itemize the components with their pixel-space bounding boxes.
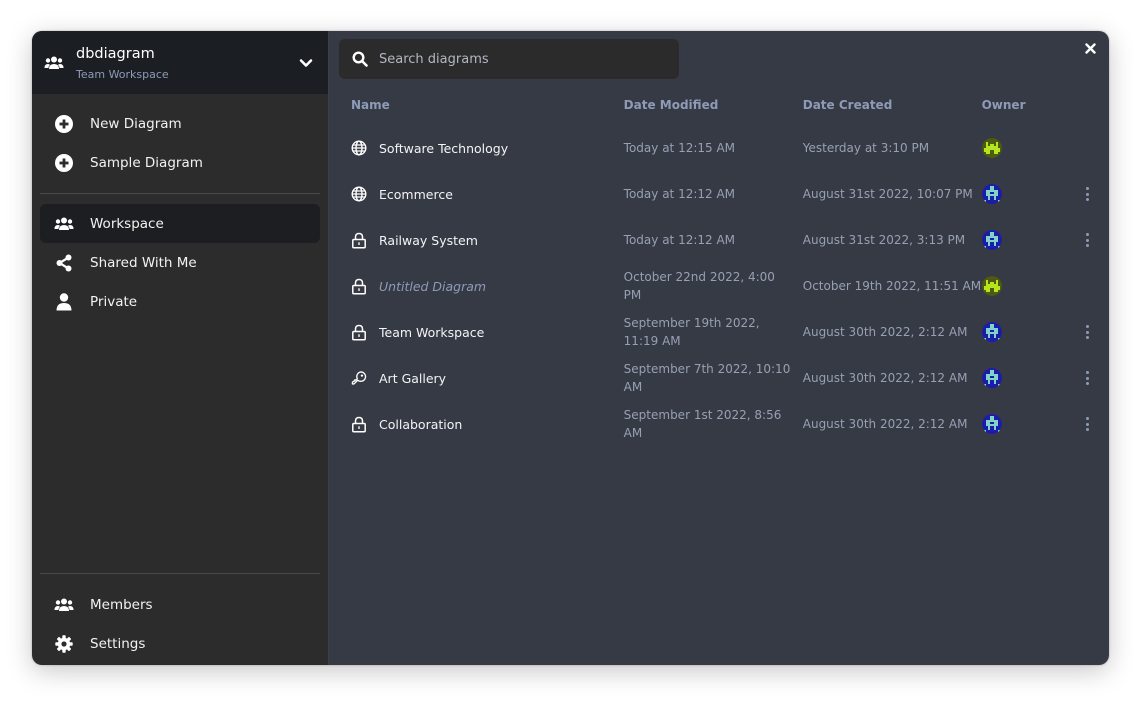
sidebar-item-settings[interactable]: Settings [40,624,320,663]
workspace-switcher[interactable]: dbdiagram Team Workspace [32,31,328,94]
users-icon [54,214,74,234]
diagram-name[interactable]: Team Workspace [379,325,484,340]
chevron-down-icon[interactable] [296,53,316,73]
sample-diagram-label: Sample Diagram [90,154,203,171]
owner-avatar [981,230,1002,250]
main-panel: Name Date Modified Date Created Owner So… [329,31,1109,665]
sidebar: dbdiagram Team Workspace New Diagram Sam… [32,31,329,665]
date-created: August 31st 2022, 10:07 PM [802,187,973,201]
row-name-cell: Ecommerce [329,186,624,202]
search-box[interactable] [339,39,679,79]
lock-icon [351,324,367,340]
lock-icon [351,416,367,432]
sidebar-item-label: Settings [90,635,146,652]
gear-icon [54,634,74,654]
sidebar-item-label: Private [90,293,138,310]
close-icon [1084,42,1096,54]
row-name-cell: Collaboration [329,416,624,432]
header-name[interactable]: Name [329,98,624,112]
header-owner: Owner [981,98,1026,112]
table-row[interactable]: Ecommerce Today at 12:12 AM August 31st 20… [329,171,1109,217]
share-icon [54,253,74,273]
sidebar-divider [40,573,320,574]
sidebar-item-workspace[interactable]: Workspace [40,204,320,243]
date-created: August 31st 2022, 3:13 PM [802,233,966,247]
date-created: Yesterday at 3:10 PM [802,141,930,155]
header-date-created[interactable]: Date Created [803,98,982,112]
date-modified: Today at 12:15 AM [623,141,736,155]
diagram-name[interactable]: Untitled Diagram [379,279,486,294]
table-row[interactable]: Art Gallery September 7th 2022, 10:10 AM A… [329,355,1109,401]
row-name-cell: Untitled Diagram [329,278,624,294]
sample-diagram-button[interactable]: Sample Diagram [40,143,320,182]
owner-avatar [981,138,1002,158]
table-row[interactable]: Railway System Today at 12:12 AM August 31… [329,217,1109,263]
more-options-icon[interactable] [1081,417,1093,431]
diagram-name[interactable]: Software Technology [379,141,508,156]
table-row[interactable]: Untitled Diagram October 22nd 2022, 4:00 … [329,263,1109,309]
more-options-icon[interactable] [1081,325,1093,339]
table-body: Software Technology Today at 12:15 AM Yest… [329,125,1109,447]
more-options-icon[interactable] [1081,187,1093,201]
date-modified: Today at 12:12 AM [623,233,736,247]
table-row[interactable]: Collaboration September 1st 2022, 8:56 AM… [329,401,1109,447]
search-icon [351,50,369,68]
table-header: Name Date Modified Date Created Owner [329,93,1109,117]
more-options-icon[interactable] [1081,371,1093,385]
date-created: October 19th 2022, 11:51 AM [802,279,982,293]
table-row[interactable]: Software Technology Today at 12:15 AM Yest… [329,125,1109,171]
more-options-icon[interactable] [1081,233,1093,247]
owner-avatar [981,414,1002,434]
sidebar-item-private[interactable]: Private [40,282,320,321]
globe-icon [351,186,367,202]
workspace-subtitle: Team Workspace [76,67,169,81]
users-icon [44,53,64,73]
diagram-name[interactable]: Railway System [379,233,478,248]
date-modified: September 7th 2022, 10:10 AM [623,362,791,394]
sidebar-divider [40,193,320,194]
close-button[interactable] [1083,41,1097,55]
date-modified: September 1st 2022, 8:56 AM [623,408,782,440]
sidebar-item-members[interactable]: Members [40,585,320,624]
date-created: August 30th 2022, 2:12 AM [802,417,968,431]
plus-circle-icon [54,114,74,134]
diagram-name[interactable]: Ecommerce [379,187,453,202]
row-name-cell: Team Workspace [329,324,624,340]
sidebar-item-label: Members [90,596,153,613]
date-modified: October 22nd 2022, 4:00 PM [623,270,775,302]
search-input[interactable] [379,51,659,67]
lock-icon [351,278,367,294]
users-icon [54,595,74,615]
date-created: August 30th 2022, 2:12 AM [802,371,968,385]
row-name-cell: Art Gallery [329,370,624,386]
dialog-window: dbdiagram Team Workspace New Diagram Sam… [32,31,1109,665]
row-name-cell: Software Technology [329,140,624,156]
header-date-modified[interactable]: Date Modified [624,96,803,114]
owner-avatar [981,368,1002,388]
globe-icon [351,140,367,156]
diagrams-table: Name Date Modified Date Created Owner So… [329,93,1109,447]
table-row[interactable]: Team Workspace September 19th 2022, 11:19… [329,309,1109,355]
sidebar-item-label: Workspace [90,215,164,232]
sidebar-item-label: Shared With Me [90,254,197,271]
lock-icon [351,232,367,248]
diagram-name[interactable]: Collaboration [379,417,462,432]
date-modified: September 19th 2022, 11:19 AM [623,316,760,348]
owner-avatar [981,322,1002,342]
new-diagram-label: New Diagram [90,115,182,132]
diagram-name[interactable]: Art Gallery [379,371,446,386]
user-icon [54,292,74,312]
row-name-cell: Railway System [329,232,624,248]
plus-circle-icon [54,153,74,173]
new-diagram-button[interactable]: New Diagram [40,104,320,143]
sidebar-item-shared-with-me[interactable]: Shared With Me [40,243,320,282]
workspace-name: dbdiagram [76,45,155,62]
date-modified: Today at 12:12 AM [623,187,736,201]
date-created: August 30th 2022, 2:12 AM [802,325,968,339]
key-icon [351,370,367,386]
owner-avatar [981,184,1002,204]
owner-avatar [981,276,1002,296]
